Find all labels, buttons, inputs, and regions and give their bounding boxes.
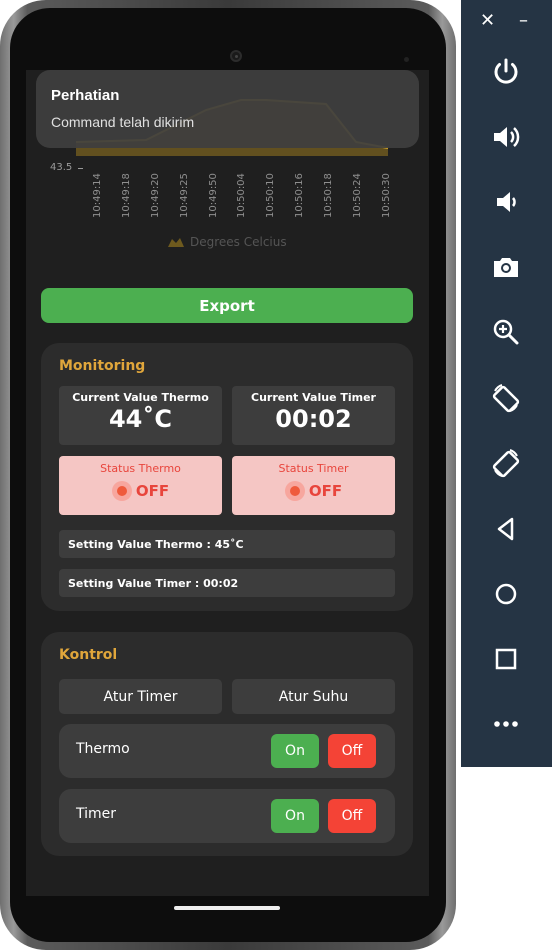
home-icon[interactable] xyxy=(488,576,524,612)
y-axis-tick: 43.5 xyxy=(50,162,73,173)
timer-off-button[interactable]: Off xyxy=(328,799,376,833)
thermo-on-button[interactable]: On xyxy=(271,734,319,768)
chart-legend: Degrees Celcius xyxy=(168,235,287,249)
front-camera xyxy=(230,50,242,62)
x-axis-tick-label: 10:50:30 xyxy=(381,173,392,218)
status-thermo-label: Status Thermo xyxy=(100,462,181,475)
rotate-right-icon[interactable] xyxy=(488,445,524,481)
current-timer-value: 00:02 xyxy=(275,405,352,433)
export-button[interactable]: Export xyxy=(41,288,413,323)
status-timer-label: Status Timer xyxy=(278,462,349,475)
x-axis-tick-label: 10:50:16 xyxy=(294,173,305,218)
x-axis-tick-label: 10:49:14 xyxy=(92,173,103,218)
zoom-icon[interactable] xyxy=(488,314,524,350)
status-timer-value: OFF xyxy=(308,482,343,500)
x-axis-tick-label: 10:50:04 xyxy=(236,173,247,218)
timer-control-label: Timer xyxy=(76,806,117,822)
setting-thermo-row: Setting Value Thermo : 45˚C xyxy=(59,530,395,558)
status-thermo-indicator-icon xyxy=(111,481,132,501)
x-axis-tick-label: 10:50:24 xyxy=(352,173,363,218)
x-axis-tick-label: 10:49:20 xyxy=(150,173,161,218)
status-timer-indicator-icon xyxy=(284,481,305,501)
status-thermo-value: OFF xyxy=(135,482,170,500)
x-axis-tick-label: 10:49:25 xyxy=(179,173,190,218)
thermo-control-row: Thermo On Off xyxy=(59,724,395,778)
thermo-off-button[interactable]: Off xyxy=(328,734,376,768)
kontrol-card: Kontrol Atur Timer Atur Suhu Thermo On O… xyxy=(41,632,413,856)
status-thermo-tile: Status Thermo OFF xyxy=(59,456,222,515)
toast-title: Perhatian xyxy=(51,87,120,104)
timer-on-button[interactable]: On xyxy=(271,799,319,833)
x-axis-tick-label: 10:50:10 xyxy=(265,173,276,218)
current-thermo-value: 44˚C xyxy=(108,405,172,433)
current-thermo-tile: Current Value Thermo 44˚C xyxy=(59,386,222,445)
volume-up-icon[interactable] xyxy=(488,119,524,155)
thermo-control-label: Thermo xyxy=(76,741,130,757)
atur-timer-button[interactable]: Atur Timer xyxy=(59,679,222,714)
setting-timer-row: Setting Value Timer : 00:02 xyxy=(59,569,395,597)
monitoring-card: Monitoring Current Value Thermo 44˚C Cur… xyxy=(41,343,413,611)
atur-suhu-button[interactable]: Atur Suhu xyxy=(232,679,395,714)
legend-area-icon xyxy=(168,238,184,247)
more-icon[interactable] xyxy=(488,706,524,742)
proximity-sensor xyxy=(404,57,409,62)
x-axis-tick-label: 10:49:18 xyxy=(121,173,132,218)
minimize-icon[interactable]: – xyxy=(519,10,528,31)
rotate-left-icon[interactable] xyxy=(488,380,524,416)
status-timer-tile: Status Timer OFF xyxy=(232,456,395,515)
overview-icon[interactable] xyxy=(488,641,524,677)
kontrol-title: Kontrol xyxy=(59,647,118,663)
x-axis-tick-label: 10:50:18 xyxy=(323,173,334,218)
y-axis-tick-mark xyxy=(78,168,83,169)
current-thermo-label: Current Value Thermo xyxy=(72,391,209,404)
app-screen: 43.5 10:49:14 10:49:18 10:49:20 10:49:25 10:… xyxy=(26,70,429,896)
camera-icon[interactable] xyxy=(488,249,524,285)
power-icon[interactable] xyxy=(488,54,524,90)
timer-control-row: Timer On Off xyxy=(59,789,395,843)
volume-down-icon[interactable] xyxy=(488,184,524,220)
close-icon[interactable]: ✕ xyxy=(480,10,495,31)
monitoring-title: Monitoring xyxy=(59,358,146,374)
toast-notification: Perhatian Command telah dikirim xyxy=(36,70,419,148)
current-timer-label: Current Value Timer xyxy=(251,391,376,404)
emulator-toolbar: ✕ – xyxy=(461,0,552,767)
legend-label: Degrees Celcius xyxy=(190,235,287,249)
gesture-home-bar[interactable] xyxy=(174,906,280,910)
back-icon[interactable] xyxy=(488,511,524,547)
current-timer-tile: Current Value Timer 00:02 xyxy=(232,386,395,445)
toast-message: Command telah dikirim xyxy=(51,114,195,130)
x-axis-tick-label: 10:49:50 xyxy=(208,173,219,218)
